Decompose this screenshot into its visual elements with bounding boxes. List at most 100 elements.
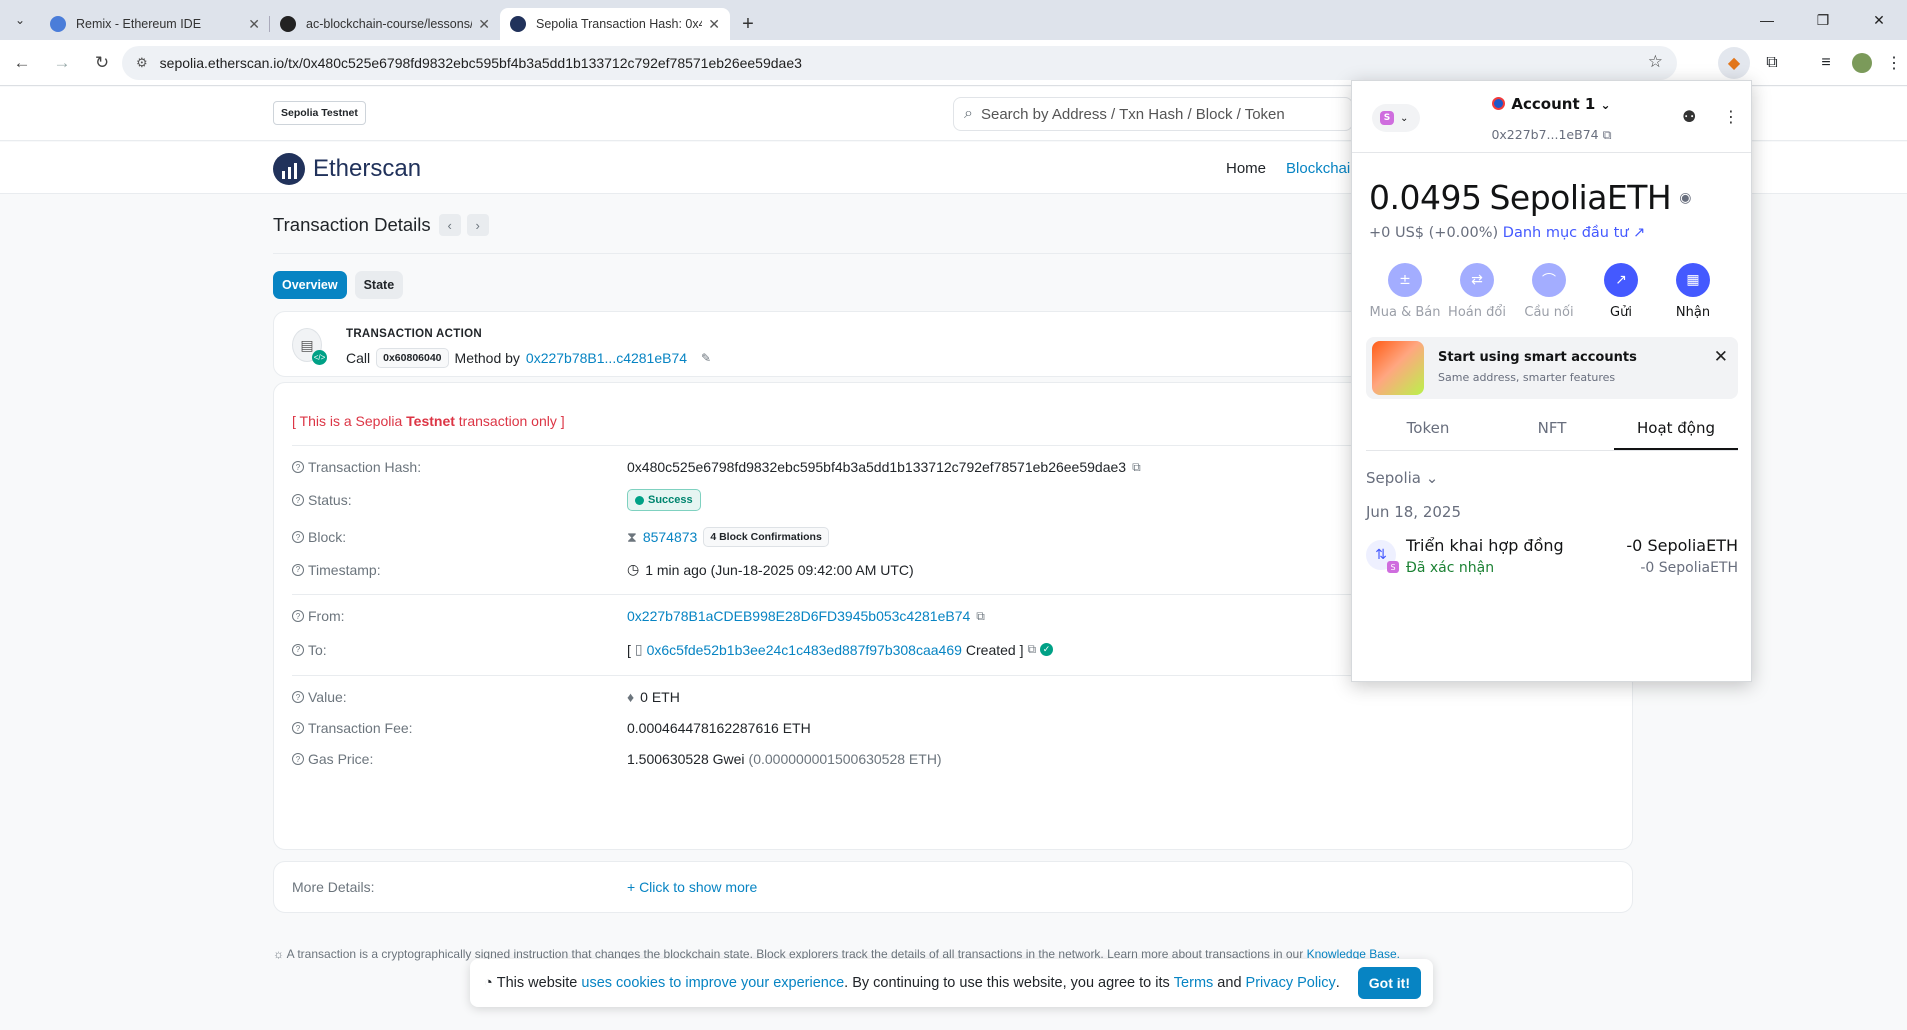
from-address-link[interactable]: 0x227b78B1...c4281eB74: [526, 350, 687, 366]
activity-item[interactable]: ⇅ S Triển khai hợp đồng Đã xác nhận -0 Se…: [1366, 536, 1738, 586]
search-icon: ⌕: [964, 105, 973, 122]
action-label: Cầu nối: [1524, 305, 1574, 320]
detail-tabs: Overview State: [273, 271, 404, 299]
tab-token[interactable]: Token: [1366, 411, 1490, 450]
copy-icon[interactable]: ⧉: [1028, 642, 1037, 657]
tab-overview[interactable]: Overview: [273, 271, 347, 299]
browser-tab-bar: ⌄ Remix - Ethereum IDE ✕ ac-blockchain-c…: [0, 0, 1907, 40]
timestamp-row: ? Timestamp: ◷ 1 min ago (Jun-18-2025 09:4…: [292, 561, 914, 578]
bookmark-star-icon[interactable]: ☆: [1648, 52, 1663, 72]
restore-icon[interactable]: ❐: [1795, 0, 1851, 40]
account-address[interactable]: 0x227b7...1eB74 ⧉: [1352, 127, 1751, 143]
warning-suffix: transaction only ]: [454, 413, 565, 429]
portfolio-link[interactable]: Danh mục đầu tư: [1503, 225, 1629, 241]
tab-title: ac-blockchain-course/lessons/b: [306, 17, 473, 31]
banner-title: Start using smart accounts: [1438, 350, 1637, 365]
external-link-icon[interactable]: ↗: [1633, 225, 1645, 241]
close-icon[interactable]: ✕: [248, 16, 260, 33]
account-avatar: [1492, 97, 1506, 110]
edit-icon[interactable]: ✎: [701, 351, 711, 365]
wallet-actions: ± Mua & Bán ⇄ Hoán đổi ⌒ Cầu nối ↗ Gửi ▦ Nhận: [1369, 263, 1729, 320]
tab-github[interactable]: ac-blockchain-course/lessons/b ✕: [270, 8, 500, 40]
etherscan-favicon-icon: [510, 16, 526, 32]
tab-etherscan[interactable]: Sepolia Transaction Hash: 0x480 ✕: [500, 8, 730, 40]
close-window-icon[interactable]: ✕: [1851, 0, 1907, 40]
close-icon[interactable]: ✕: [708, 16, 720, 33]
tab-search-icon[interactable]: ⌄: [0, 0, 40, 40]
github-favicon-icon: [280, 16, 296, 32]
action-label: Gửi: [1610, 305, 1632, 320]
next-tx-icon[interactable]: ›: [466, 214, 489, 236]
buy-sell-icon: ±: [1388, 263, 1422, 297]
prev-tx-icon[interactable]: ‹: [438, 214, 461, 236]
accept-cookies-button[interactable]: Got it!: [1357, 967, 1421, 999]
bridge-icon: ⌒: [1532, 263, 1566, 297]
close-icon[interactable]: ✕: [478, 16, 490, 33]
fee-row: ? Transaction Fee: 0.000464478162287616 E…: [292, 720, 811, 736]
help-icon[interactable]: ?: [292, 494, 304, 506]
help-icon[interactable]: ?: [292, 753, 304, 765]
forward-icon[interactable]: →: [44, 45, 80, 81]
tab-state[interactable]: State: [354, 271, 404, 299]
from-address-link[interactable]: 0x227b78B1aCDEB998E28D6FD3945b053c4281eB…: [627, 608, 970, 624]
receive-button[interactable]: ▦ Nhận: [1657, 263, 1729, 320]
tab-remix[interactable]: Remix - Ethereum IDE ✕: [40, 8, 270, 40]
tab-nft[interactable]: NFT: [1490, 411, 1614, 450]
network-filter[interactable]: Sepolia ⌄: [1366, 469, 1438, 487]
new-tab-icon[interactable]: +: [730, 8, 766, 40]
help-icon[interactable]: ?: [292, 563, 304, 576]
help-icon[interactable]: ?: [292, 461, 304, 473]
tab-activity[interactable]: Hoạt động: [1614, 411, 1738, 450]
connected-sites-icon[interactable]: ⚉: [1682, 107, 1696, 126]
copy-icon[interactable]: ⧉: [1603, 127, 1612, 142]
nav-home[interactable]: Home: [1226, 160, 1266, 177]
tab-title: Sepolia Transaction Hash: 0x480: [536, 17, 703, 31]
close-icon[interactable]: ✕: [1714, 347, 1728, 367]
profile-avatar[interactable]: [1846, 47, 1878, 79]
extensions-puzzle-icon[interactable]: ⧉: [1756, 47, 1788, 79]
confirmations-chip: 4 Block Confirmations: [703, 527, 829, 547]
site-info-icon[interactable]: ⚙: [136, 55, 148, 71]
copy-icon[interactable]: ⧉: [1132, 460, 1141, 475]
privacy-link[interactable]: Privacy Policy: [1246, 975, 1336, 991]
minimize-icon[interactable]: —: [1739, 0, 1795, 40]
bridge-button[interactable]: ⌒ Cầu nối: [1513, 263, 1585, 320]
etherscan-logo[interactable]: Etherscan: [273, 153, 421, 185]
remix-favicon-icon: [50, 16, 66, 32]
action-line: Call 0x60806040 Method by 0x227b78B1...c…: [346, 348, 711, 368]
help-icon[interactable]: ?: [292, 610, 304, 622]
copy-icon[interactable]: ⧉: [976, 609, 985, 624]
kebab-menu-icon[interactable]: ⋮: [1723, 107, 1739, 126]
media-controls-icon[interactable]: ≡: [1810, 47, 1842, 79]
smart-accounts-banner[interactable]: Start using smart accounts Same address,…: [1366, 337, 1738, 399]
help-icon[interactable]: ?: [292, 722, 304, 734]
browser-menu-icon[interactable]: ⋮: [1878, 47, 1907, 79]
block-row: ? Block: ⧗ 8574873 4 Block Confirmations: [292, 527, 829, 547]
block-link[interactable]: 8574873: [643, 529, 698, 545]
qr-code-icon: ▦: [1676, 263, 1710, 297]
status-badge: Success: [627, 489, 701, 511]
back-icon[interactable]: ←: [4, 45, 40, 81]
terms-link[interactable]: Terms: [1174, 975, 1213, 991]
value-amount: 0 ETH: [640, 689, 680, 705]
address-bar[interactable]: ⚙ sepolia.etherscan.io/tx/0x480c525e6798…: [122, 46, 1677, 80]
network-filter-text: Sepolia: [1366, 469, 1421, 487]
help-icon[interactable]: ?: [292, 691, 304, 703]
contract-address-link[interactable]: 0x6c5fde52b1b3ee24c1c483ed887f97b308caa4…: [647, 642, 962, 658]
search-input[interactable]: ⌕ Search by Address / Txn Hash / Block /…: [953, 97, 1353, 131]
swap-button[interactable]: ⇄ Hoán đổi: [1441, 263, 1513, 320]
address-text: 0x227b7...1eB74: [1491, 127, 1599, 142]
send-button[interactable]: ↗ Gửi: [1585, 263, 1657, 320]
help-icon[interactable]: ?: [292, 531, 304, 543]
reload-icon[interactable]: ↻: [84, 45, 120, 81]
metamask-popup: S ⌄ Account 1 ⌄ 0x227b7...1eB74 ⧉ ⚉ ⋮ 0.…: [1351, 80, 1752, 682]
nav-blockchain[interactable]: Blockchai: [1286, 160, 1350, 177]
show-more-link[interactable]: + Click to show more: [627, 879, 757, 895]
bracket-open: [: [627, 641, 631, 658]
cookie-policy-link[interactable]: uses cookies to improve your experience: [581, 975, 844, 991]
buy-sell-button[interactable]: ± Mua & Bán: [1369, 263, 1441, 320]
metamask-extension-icon[interactable]: ◆: [1718, 47, 1750, 79]
help-icon[interactable]: ?: [292, 643, 304, 656]
eye-icon[interactable]: ◉: [1679, 190, 1691, 206]
to-row: ? To: [▯ 0x6c5fde52b1b3ee24c1c483ed887f97b…: [292, 641, 1054, 658]
